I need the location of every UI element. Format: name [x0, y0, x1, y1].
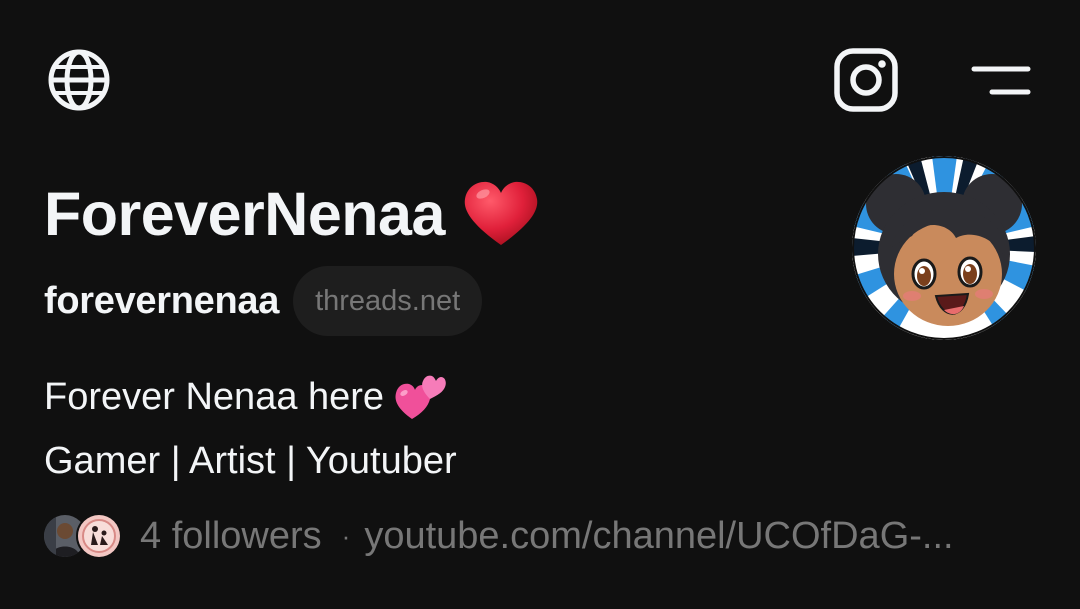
- separator-dot: ·: [341, 520, 351, 551]
- follower-avatars[interactable]: [42, 513, 126, 559]
- follower-avatar: [76, 513, 122, 559]
- bio-line: Gamer | Artist | Youtuber: [44, 436, 457, 486]
- avatar[interactable]: [852, 156, 1036, 340]
- bio-text: Forever Nenaa here: [44, 375, 385, 418]
- domain-badge[interactable]: threads.net: [293, 266, 483, 336]
- profile-link[interactable]: youtube.com/channel/UCOfDaG-...: [364, 515, 953, 558]
- profile-display-name-row: ForeverNenaa: [44, 178, 541, 250]
- followers-count[interactable]: 4 followers: [140, 515, 322, 558]
- menu-icon[interactable]: [970, 64, 1032, 98]
- username: forevernenaa: [44, 279, 280, 322]
- bio-text: Gamer | Artist | Youtuber: [44, 439, 457, 482]
- globe-icon[interactable]: [46, 47, 112, 113]
- instagram-icon[interactable]: [834, 48, 898, 112]
- username-row: forevernenaa threads.net: [44, 266, 483, 336]
- display-name: ForeverNenaa: [44, 180, 445, 248]
- red-heart-emoji: [461, 179, 541, 249]
- followers-row: 4 followers · youtube.com/channel/UCOfDa…: [42, 508, 954, 564]
- bio-line: Forever Nenaa here: [44, 372, 446, 422]
- two-hearts-emoji: [394, 373, 446, 421]
